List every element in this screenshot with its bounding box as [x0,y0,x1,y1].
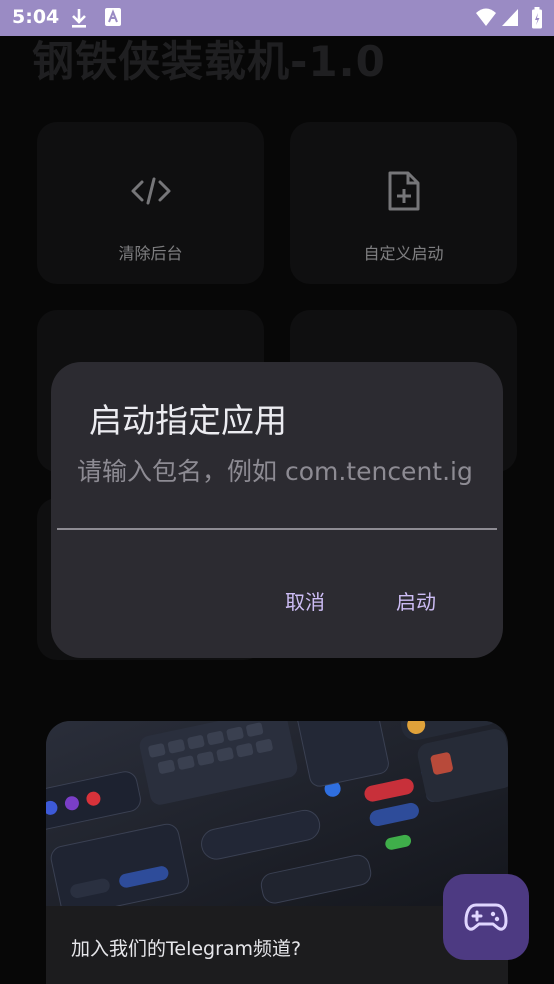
launch-app-dialog: 启动指定应用 请输入包名，例如 com.tencent.ig 取消 启动 [51,362,503,658]
dialog-title: 启动指定应用 [89,401,287,440]
gamepad-fab[interactable] [443,874,529,960]
banner-image [46,721,508,906]
input-underline [57,528,497,530]
gamepad-icon [464,903,508,931]
wifi-icon [475,7,497,31]
package-name-input[interactable]: 请输入包名，例如 com.tencent.ig [77,454,477,490]
cancel-button[interactable]: 取消 [285,586,325,615]
banner-caption: 加入我们的Telegram频道? [46,906,508,984]
launch-button[interactable]: 启动 [396,586,436,615]
battery-icon [531,7,543,33]
banner-text: 加入我们的Telegram频道? [71,938,302,960]
signal-icon [501,7,519,31]
status-time: 5:04 [12,6,60,28]
telegram-banner[interactable]: 加入我们的Telegram频道? [46,721,508,984]
